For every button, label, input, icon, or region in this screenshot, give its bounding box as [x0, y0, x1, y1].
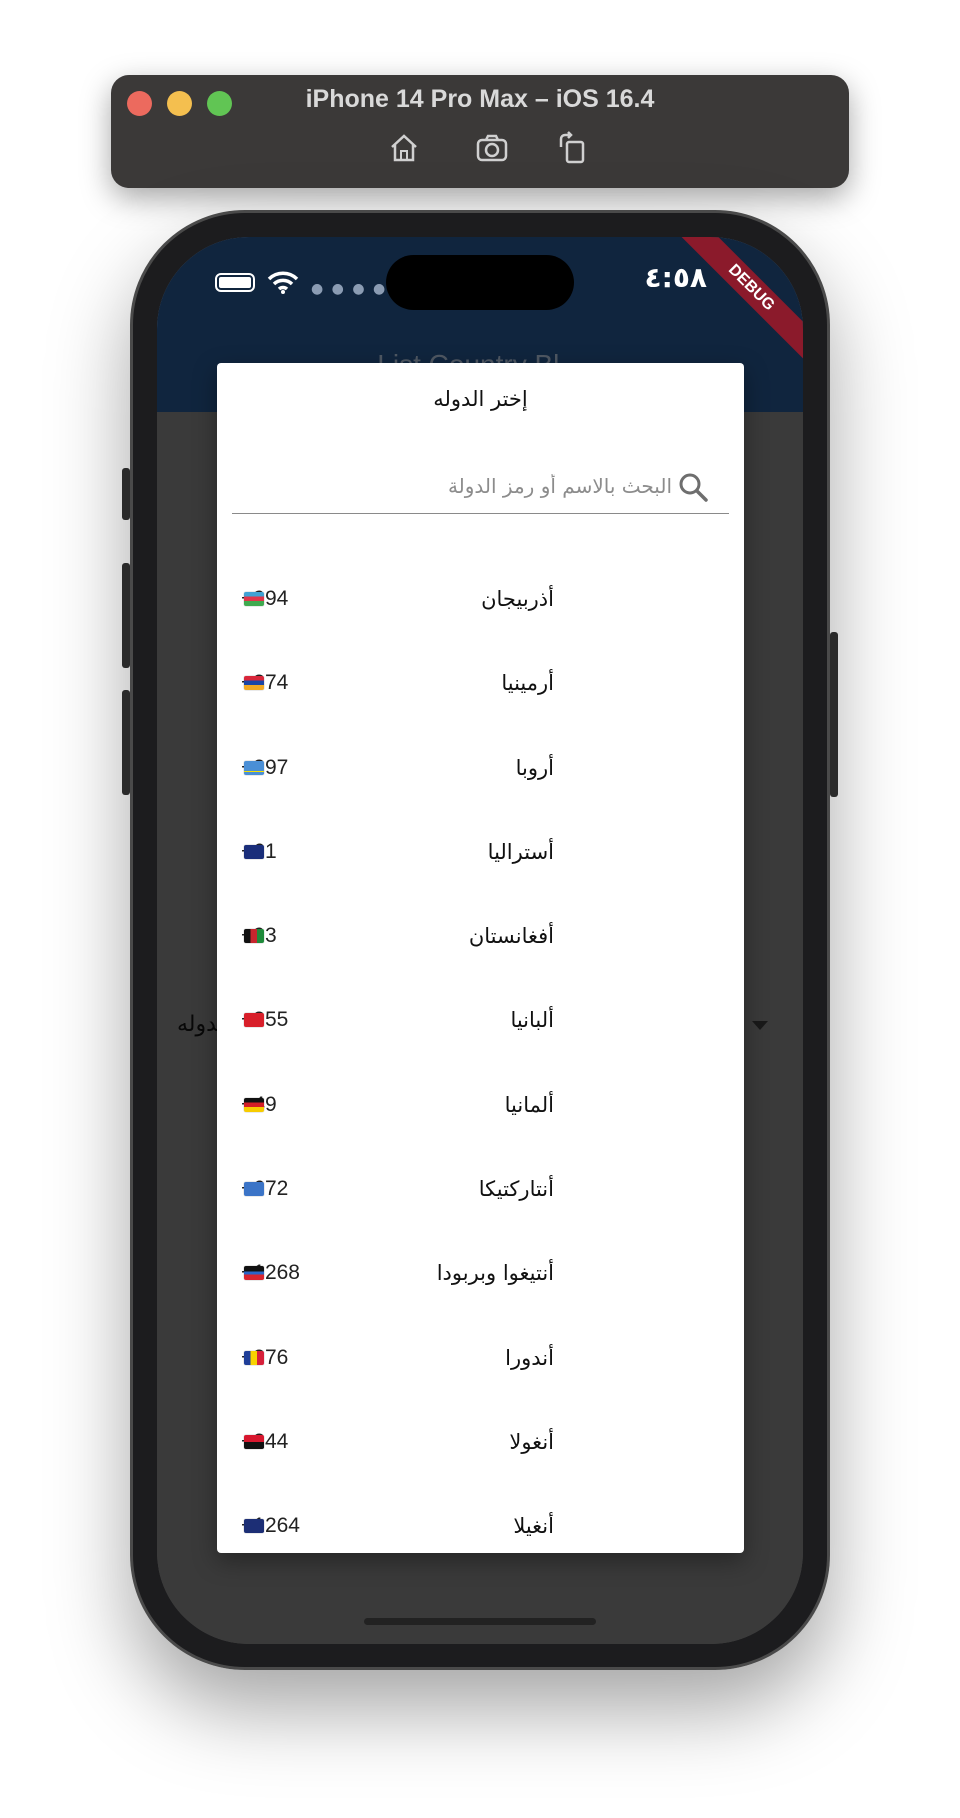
country-row[interactable]: +93أفغانستان [217, 894, 744, 978]
country-row[interactable]: +374 أرمينيا [217, 641, 744, 725]
country-name: ألبانيا [510, 1008, 554, 1033]
country-row[interactable]: +297 أروبا [217, 726, 744, 810]
home-indicator[interactable] [364, 1618, 596, 1625]
country-list: +994أذربيجان+374أرمينيا+297أروبا+61أسترا… [217, 557, 744, 1553]
country-row[interactable]: +355 ألبانيا [217, 978, 744, 1062]
country-row[interactable]: +61أستراليا [217, 810, 744, 894]
simulator-title: iPhone 14 Pro Max – iOS 16.4 [305, 85, 655, 113]
country-row[interactable]: +1264 أنغيلا [217, 1484, 744, 1553]
country-row[interactable]: +1268 أنتيغوا وبربودا [217, 1231, 744, 1315]
al-flag-icon [244, 1013, 264, 1028]
aw-flag-icon [244, 760, 264, 775]
search-icon[interactable] [677, 471, 709, 503]
country-name: أنتيغوا وبربودا [436, 1261, 554, 1286]
country-row[interactable]: +376 أندورا [217, 1316, 744, 1400]
power-button [830, 632, 838, 797]
af-flag-icon [244, 929, 264, 944]
search-field[interactable] [232, 463, 729, 514]
country-name: أندورا [505, 1345, 554, 1370]
dynamic-island [386, 255, 574, 310]
country-row[interactable]: +672 أنتاركتيكا [217, 1147, 744, 1231]
ao-flag-icon [244, 1434, 264, 1449]
status-time: ٤:٥٨ [644, 261, 707, 294]
au-flag-icon [244, 844, 264, 859]
simulator-toolbar: iPhone 14 Pro Max – iOS 16.4 [111, 75, 849, 188]
country-picker-dialog: إختر الدوله +994أذربيجان+374أرمينيا+297أ… [217, 363, 744, 1553]
search-input[interactable] [232, 463, 672, 509]
country-name: أرمينيا [501, 671, 554, 696]
ad-flag-icon [244, 1350, 264, 1365]
wifi-icon [267, 271, 299, 294]
country-row[interactable]: +49ألمانيا [217, 1063, 744, 1147]
country-name: ألمانيا [504, 1092, 554, 1117]
volume-up-button [122, 563, 130, 668]
signal-icon: ● ● ● ● [311, 281, 388, 297]
battery-icon [215, 273, 255, 292]
country-name: أستراليا [487, 839, 554, 864]
am-flag-icon [244, 676, 264, 691]
home-icon[interactable] [387, 131, 421, 165]
volume-down-button [122, 690, 130, 795]
country-name: أذربيجان [481, 587, 554, 611]
country-name: أنتاركتيكا [478, 1177, 554, 1202]
country-name: أنغولا [509, 1429, 554, 1454]
country-name: أفغانستان [468, 924, 554, 949]
country-row[interactable]: +244 أنغولا [217, 1400, 744, 1484]
az-flag-icon [244, 592, 264, 606]
dialog-title: إختر الدوله [433, 387, 528, 411]
country-name: أروبا [515, 755, 554, 780]
screenshot-icon[interactable] [475, 131, 509, 165]
country-row[interactable]: +994 أذربيجان [217, 557, 744, 641]
country-name: أنغيلا [513, 1514, 554, 1539]
aq-flag-icon [244, 1182, 264, 1197]
ag-flag-icon [244, 1266, 264, 1281]
mute-switch [122, 468, 130, 520]
de-flag-icon [244, 1097, 264, 1112]
ai-flag-icon [244, 1519, 264, 1534]
rotate-icon[interactable] [555, 131, 589, 165]
